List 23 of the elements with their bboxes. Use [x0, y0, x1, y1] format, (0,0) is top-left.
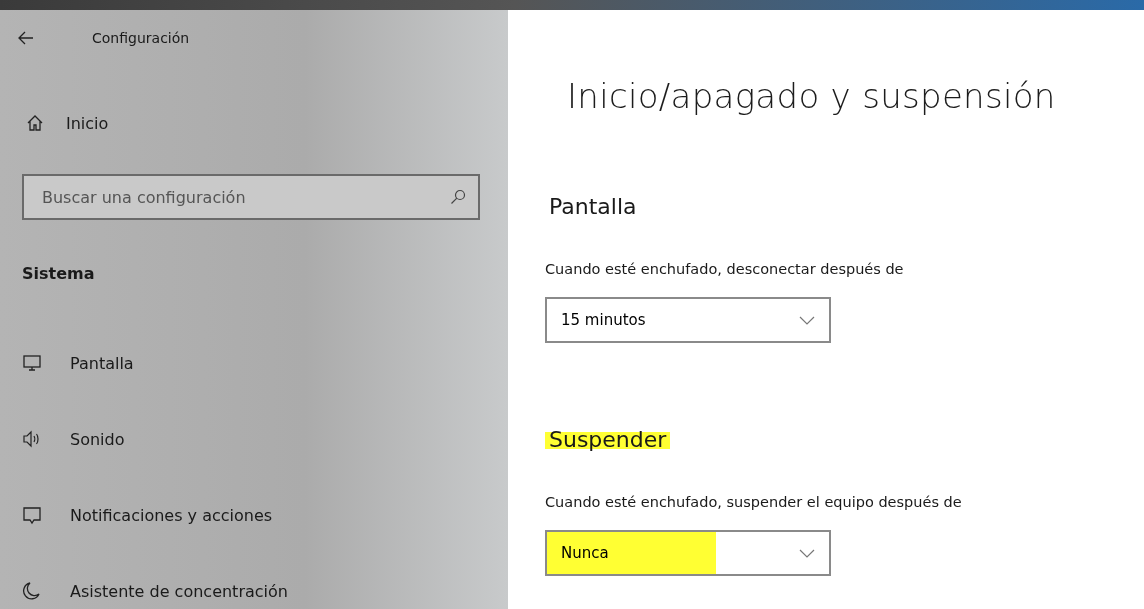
chevron-down-icon	[799, 548, 815, 558]
home-link[interactable]: Inicio	[66, 113, 109, 133]
nav-item[interactable]: Sonido	[0, 423, 508, 455]
nav-item[interactable]: Asistente de concentración	[0, 575, 508, 607]
setting-label: Cuando esté enchufado, desconectar después de	[545, 261, 904, 277]
search-icon[interactable]	[450, 189, 466, 205]
nav-item[interactable]: Notificaciones y acciones	[0, 499, 508, 531]
dropdown[interactable]: 15 minutos	[545, 297, 831, 343]
monitor-icon	[22, 353, 42, 373]
section-heading: Sistema	[22, 264, 96, 283]
search-field[interactable]: Buscar una configuración	[22, 174, 480, 220]
setting-label: Cuando esté enchufado, suspender el equipo después de	[545, 494, 962, 510]
speaker-icon	[22, 429, 42, 449]
page-title: Inicio/apagado y suspensión	[567, 76, 1057, 116]
nav-item[interactable]: Pantalla	[0, 347, 508, 379]
back-arrow-icon[interactable]	[18, 31, 34, 45]
moon-icon	[22, 581, 42, 601]
chevron-down-icon	[799, 315, 815, 325]
home-icon	[26, 114, 44, 132]
dropdown[interactable]: Nunca	[545, 530, 831, 576]
speech-bubble-icon	[22, 505, 42, 525]
window-title: Configuración	[92, 30, 190, 46]
section-heading: Pantalla	[548, 194, 638, 219]
